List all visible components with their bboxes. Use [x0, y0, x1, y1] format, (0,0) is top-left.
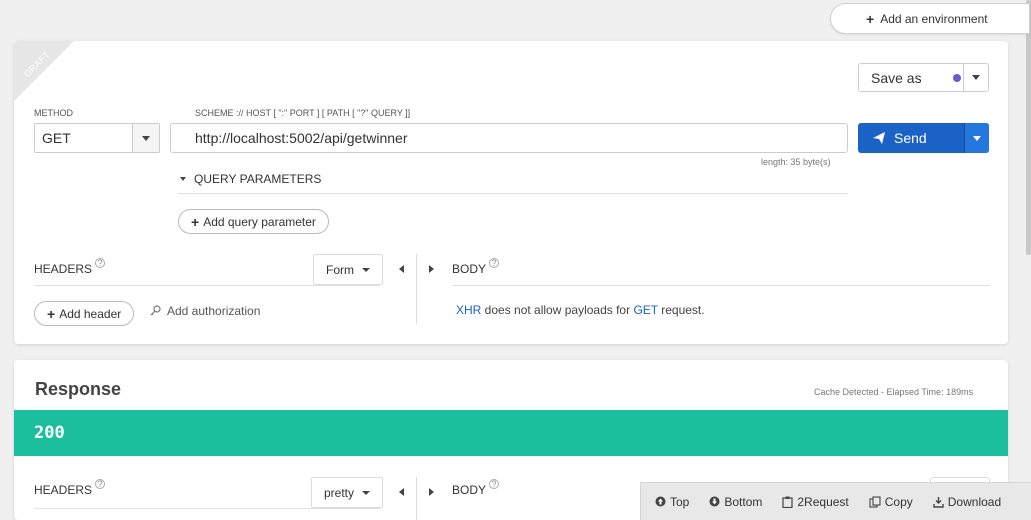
top-button[interactable]: Top: [655, 495, 689, 509]
method-select[interactable]: GET: [34, 123, 160, 153]
chevron-down-icon: [972, 75, 980, 80]
column-divider: [416, 254, 417, 324]
download-button[interactable]: Download: [933, 495, 1001, 509]
collapse-right-button[interactable]: [426, 263, 436, 275]
chevron-down-icon: [973, 135, 981, 141]
add-environment-label: Add an environment: [880, 11, 988, 26]
collapse-left-button[interactable]: [396, 263, 406, 275]
plus-icon: +: [191, 213, 200, 230]
save-as-button[interactable]: Save as: [858, 63, 989, 92]
body-label: BODY: [452, 483, 487, 497]
help-icon[interactable]: ?: [489, 258, 500, 268]
divider: [34, 285, 380, 286]
arrow-down-circle-icon: [709, 496, 720, 507]
send-dropdown-toggle[interactable]: [964, 123, 989, 153]
divider: [452, 285, 990, 286]
method-label: METHOD: [34, 108, 73, 118]
headers-mode-value: Form: [326, 262, 354, 277]
query-parameters-toggle[interactable]: QUERY PARAMETERS: [178, 164, 848, 194]
request-headers-heading: HEADERS ?: [34, 258, 106, 276]
page-scrollbar[interactable]: [1026, 0, 1031, 255]
top-label: Top: [670, 494, 690, 509]
copy-icon: [869, 495, 881, 508]
help-icon[interactable]: ?: [95, 258, 106, 268]
arrow-up-circle-icon: [655, 496, 666, 507]
url-input[interactable]: http://localhost:5002/api/getwinner: [170, 123, 848, 153]
help-icon[interactable]: ?: [95, 479, 106, 489]
send-label: Send: [894, 130, 927, 146]
chevron-right-icon: [428, 488, 434, 496]
query-parameters-label: QUERY PARAMETERS: [194, 171, 322, 186]
send-button[interactable]: Send: [858, 123, 989, 153]
download-label: Download: [947, 494, 1002, 509]
get-text: GET: [633, 303, 658, 317]
request-card: DRAFT METHOD SCHEME :// HOST [ ":" PORT …: [14, 41, 1008, 344]
divider: [34, 508, 380, 509]
chevron-down-icon: [142, 135, 150, 141]
collapse-right-button[interactable]: [426, 486, 436, 498]
chevron-down-icon: [362, 490, 371, 495]
key-icon: [150, 305, 161, 316]
body-label: BODY: [452, 262, 487, 276]
headers-mode-select[interactable]: Form: [313, 254, 383, 285]
column-divider: [416, 477, 417, 520]
download-icon: [933, 496, 944, 508]
copy-button[interactable]: Copy: [869, 495, 913, 509]
xhr-text: XHR: [456, 303, 482, 317]
add-header-label: Add header: [59, 306, 122, 321]
bottom-label: Bottom: [724, 494, 763, 509]
status-bar: 200: [14, 410, 1008, 456]
method-value: GET: [42, 130, 71, 146]
chevron-left-icon: [398, 488, 404, 496]
response-title: Response: [35, 379, 122, 399]
response-headers-mode-select[interactable]: pretty: [311, 477, 384, 508]
method-dropdown-toggle[interactable]: [132, 124, 159, 152]
status-code: 200: [34, 423, 65, 443]
response-meta: Cache Detected - Elapsed Time: 189ms: [814, 387, 974, 397]
save-as-dropdown-toggle[interactable]: [963, 64, 988, 91]
url-value: http://localhost:5002/api/getwinner: [195, 130, 408, 146]
status-dot-icon: [953, 73, 961, 82]
headers-mode-value: pretty: [324, 485, 355, 500]
body-message: XHR does not allow payloads for GET requ…: [456, 303, 705, 317]
add-header-button[interactable]: + Add header: [34, 301, 135, 326]
scheme-label: SCHEME :// HOST [ ":" PORT ] [ PATH [ "?…: [195, 108, 411, 118]
body-message-mid: does not allow payloads for: [481, 303, 634, 317]
bottom-button[interactable]: Bottom: [709, 495, 762, 509]
send-icon: [873, 132, 885, 144]
save-as-label: Save as: [871, 69, 922, 86]
clipboard-icon: [782, 496, 793, 508]
headers-label: HEADERS: [34, 483, 93, 497]
collapse-left-button[interactable]: [396, 486, 406, 498]
chevron-down-icon: [180, 176, 186, 181]
add-authorization-link[interactable]: Add authorization: [150, 304, 260, 318]
add-environment-button[interactable]: + Add an environment: [830, 3, 1030, 34]
add-query-parameter-button[interactable]: + Add query parameter: [178, 209, 329, 234]
chevron-right-icon: [428, 265, 434, 273]
to-request-button[interactable]: 2Request: [782, 494, 849, 509]
copy-label: Copy: [884, 494, 913, 509]
plus-icon: +: [866, 10, 875, 27]
chevron-down-icon: [362, 267, 370, 272]
response-headers-heading: HEADERS ?: [34, 479, 106, 497]
chevron-left-icon: [398, 265, 404, 273]
add-query-parameter-label: Add query parameter: [203, 214, 316, 229]
body-message-end: request.: [657, 303, 705, 317]
response-body-heading: BODY ?: [452, 479, 500, 497]
add-authorization-label: Add authorization: [167, 304, 261, 318]
headers-label: HEADERS: [34, 262, 93, 276]
to-request-label: 2Request: [797, 494, 849, 509]
request-body-heading: BODY ?: [452, 258, 500, 276]
plus-icon: +: [47, 305, 56, 322]
help-icon[interactable]: ?: [489, 479, 500, 489]
bottom-toolbar: Top Bottom 2Request Copy Download: [640, 482, 1031, 520]
